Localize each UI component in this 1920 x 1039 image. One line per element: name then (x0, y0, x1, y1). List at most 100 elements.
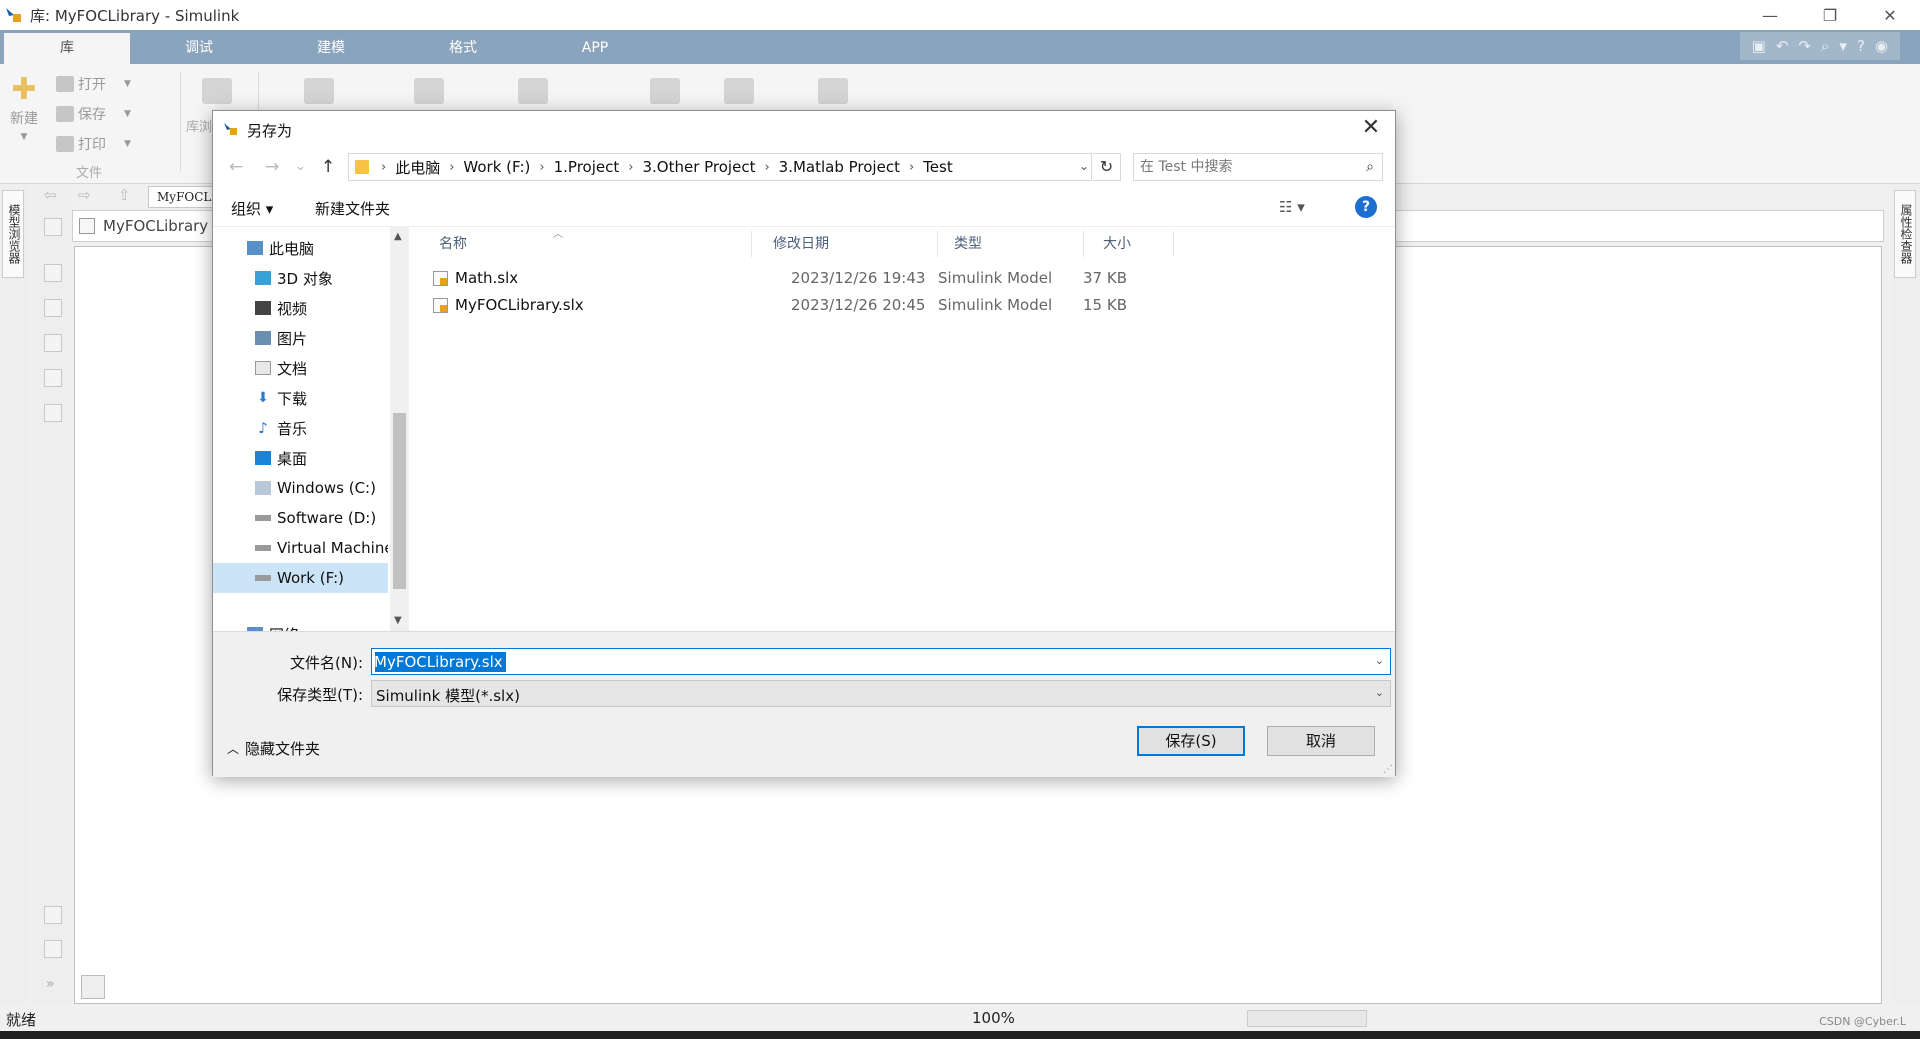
refresh-button[interactable]: ↻ (1093, 153, 1121, 181)
tree-item-work-f[interactable]: Work (F:) (213, 563, 388, 593)
tree-item-documents[interactable]: 文档 (213, 353, 388, 383)
tree-item-windows-c[interactable]: Windows (C:) (213, 473, 388, 503)
find-icon[interactable]: ▾ (1839, 37, 1847, 55)
column-header-type[interactable]: 类型 (954, 227, 982, 261)
recent-locations-icon[interactable]: ⌄ (295, 159, 306, 174)
redo-icon[interactable]: ↷ (1798, 37, 1811, 55)
save-ribbon-button[interactable]: 保存 ▼ (56, 104, 131, 124)
breadcrumb-separator[interactable]: › (758, 160, 775, 175)
forward-arrow-icon[interactable]: → (265, 157, 279, 177)
breadcrumb-this-pc[interactable]: 此电脑 (392, 157, 443, 178)
open-button[interactable]: 打开 ▼ (56, 74, 131, 94)
breadcrumb-separator[interactable]: › (903, 160, 920, 175)
column-header-name[interactable]: 名称 (439, 227, 467, 261)
tab-format[interactable]: 格式 (400, 33, 526, 64)
search-icon[interactable]: ⌕ (1366, 159, 1374, 175)
area-icon[interactable] (44, 404, 62, 422)
scroll-down-icon[interactable]: ▼ (394, 615, 402, 626)
organize-button[interactable]: 组织 ▾ (231, 198, 273, 219)
image-icon[interactable] (44, 369, 62, 387)
close-window-button[interactable]: ✕ (1860, 0, 1920, 30)
breadcrumb-separator[interactable]: › (533, 160, 550, 175)
tree-item-desktop[interactable]: 桌面 (213, 443, 388, 473)
tree-item-this-pc[interactable]: 此电脑 (213, 233, 388, 263)
tree-item-software-d[interactable]: Software (D:) (213, 503, 388, 533)
collapse-ribbon-icon[interactable]: ◉ (1875, 37, 1888, 55)
up-level-icon[interactable]: ⇧ (118, 186, 131, 204)
scroll-up-icon[interactable]: ▲ (394, 231, 402, 242)
resize-grip-icon[interactable]: ⋰ (1383, 764, 1393, 775)
camera-icon[interactable] (44, 906, 62, 924)
breadcrumb-separator[interactable]: › (375, 160, 392, 175)
annotation-icon[interactable] (44, 334, 62, 352)
column-header-date[interactable]: 修改日期 (773, 227, 829, 261)
filename-input[interactable] (374, 652, 1354, 672)
tree-item-3d-objects[interactable]: 3D 对象 (213, 263, 388, 293)
tree-scrollbar[interactable]: ▲ ▼ (390, 227, 409, 631)
breadcrumb-test[interactable]: Test (920, 158, 956, 176)
window-controls: — ❐ ✕ (1740, 0, 1920, 30)
tree-item-virtual-machine[interactable]: Virtual Machine (213, 533, 388, 563)
chevron-down-icon[interactable]: ⌄ (1375, 686, 1384, 699)
zoom-icon[interactable] (44, 218, 62, 236)
save-icon[interactable]: ▣ (1752, 37, 1766, 55)
restore-button[interactable]: ❐ (1800, 0, 1860, 30)
status-text: 就绪 (6, 1011, 37, 1029)
breadcrumb-project[interactable]: 1.Project (551, 158, 623, 176)
tree-item-pictures[interactable]: 图片 (213, 323, 388, 353)
hide-folders-toggle[interactable]: ︿ 隐藏文件夹 (227, 738, 320, 759)
help-icon[interactable]: ? (1857, 37, 1865, 55)
chevron-down-icon[interactable]: ⌄ (1375, 654, 1384, 667)
minimize-button[interactable]: — (1740, 0, 1800, 30)
tab-app[interactable]: APP (532, 33, 658, 64)
help-icon[interactable]: ? (1355, 196, 1377, 218)
tree-item-downloads[interactable]: ⬇ 下载 (213, 383, 388, 413)
scrollbar-thumb[interactable] (393, 413, 406, 589)
zoom-in-icon[interactable] (44, 264, 62, 282)
column-divider[interactable] (751, 231, 752, 257)
column-divider[interactable] (1173, 231, 1174, 257)
breadcrumb-separator[interactable]: › (443, 160, 460, 175)
forward-icon[interactable]: ⇨ (78, 186, 91, 204)
breadcrumb[interactable]: › 此电脑 › Work (F:) › 1.Project › 3.Other … (348, 153, 1092, 181)
search-input[interactable] (1140, 157, 1350, 177)
new-button[interactable]: ✚ 新建 ▼ (10, 75, 38, 143)
simulink-app-icon (223, 121, 239, 137)
close-icon[interactable]: ✕ (1357, 117, 1385, 141)
tree-item-network[interactable]: 网络 (213, 619, 388, 631)
file-row[interactable]: Math.slx 2023/12/26 19:43 Simulink Model… (433, 265, 1193, 291)
block-icon[interactable] (44, 940, 62, 958)
tab-modeling[interactable]: 建模 (268, 33, 394, 64)
back-arrow-icon[interactable]: ← (229, 157, 243, 177)
breadcrumb-other-project[interactable]: 3.Other Project (639, 158, 758, 176)
column-divider[interactable] (937, 231, 938, 257)
lock-icon[interactable] (81, 975, 105, 999)
chevron-down-icon[interactable]: ⌄ (1079, 159, 1089, 173)
breadcrumb-separator[interactable]: › (622, 160, 639, 175)
new-folder-button[interactable]: 新建文件夹 (315, 198, 390, 219)
fit-view-icon[interactable] (44, 299, 62, 317)
tree-item-videos[interactable]: 视频 (213, 293, 388, 323)
filetype-select[interactable]: Simulink 模型(*.slx) ⌄ (371, 680, 1391, 707)
property-inspector-tab[interactable]: 属性检查器 (1894, 190, 1916, 278)
tab-debug[interactable]: 调试 (136, 33, 262, 64)
cancel-button[interactable]: 取消 (1267, 726, 1375, 756)
column-header-size[interactable]: 大小 (1103, 227, 1131, 261)
up-arrow-icon[interactable]: ↑ (321, 157, 335, 177)
save-button[interactable]: 保存(S) (1137, 726, 1245, 756)
model-browser-tab[interactable]: 模型浏览器 (2, 190, 24, 278)
undo-icon[interactable]: ↶ (1776, 37, 1789, 55)
breadcrumb-matlab-project[interactable]: 3.Matlab Project (776, 158, 903, 176)
expand-icon[interactable]: » (46, 976, 55, 992)
column-divider[interactable] (1083, 231, 1084, 257)
back-icon[interactable]: ⇦ (44, 186, 57, 204)
file-row[interactable]: MyFOCLibrary.slx 2023/12/26 20:45 Simuli… (433, 292, 1193, 318)
library-browser-icon[interactable] (202, 78, 232, 104)
view-options-button[interactable]: ☷ ▾ (1279, 198, 1305, 216)
breadcrumb-work-drive[interactable]: Work (F:) (460, 158, 533, 176)
tab-library[interactable]: 库 (4, 33, 130, 64)
print-button[interactable]: 打印 ▼ (56, 134, 131, 154)
tree-item-music[interactable]: ♪ 音乐 (213, 413, 388, 443)
model-path-label[interactable]: MyFOCLibrary (103, 217, 208, 235)
search-icon[interactable]: ⌕ (1821, 37, 1829, 55)
